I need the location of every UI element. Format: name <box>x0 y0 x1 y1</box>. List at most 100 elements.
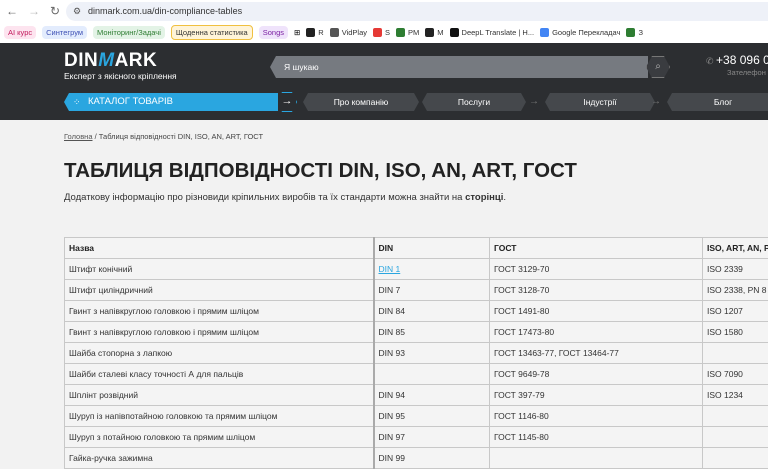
din-link[interactable]: DIN 1 <box>379 264 401 274</box>
browser-chrome: ← → ↻ ⚙ dinmark.com.ua/din-compliance-tab… <box>0 0 768 43</box>
table-cell: Шайба стопорна з лапкою <box>65 343 374 364</box>
column-header: ISO, ART, AN, P <box>703 238 768 259</box>
bookmark-label: M <box>437 28 443 37</box>
reload-icon[interactable]: ↻ <box>47 4 63 18</box>
table-cell: ГОСТ 9649-78 <box>490 364 703 385</box>
intro-link[interactable]: сторінці <box>465 192 503 203</box>
table-cell: DIN 95 <box>374 406 490 427</box>
bookmark-label: S <box>385 28 390 37</box>
table-cell: DIN 1 <box>374 259 490 280</box>
breadcrumb-home[interactable]: Головна <box>64 132 93 141</box>
back-icon[interactable]: ← <box>4 4 20 18</box>
search-icon[interactable]: ⌕ <box>646 56 670 78</box>
table-cell: Шуруп з потайною головкою та прямим шліц… <box>65 427 374 448</box>
bookmark[interactable]: DeepL Translate | H... <box>450 28 535 37</box>
site-header: DINMARK Експерт з якісного кріплення Я ш… <box>0 43 768 120</box>
arrow-right-icon[interactable]: → <box>527 93 541 111</box>
table-cell <box>703 448 768 469</box>
bookmark[interactable]: S <box>373 28 390 37</box>
bookmark-chip[interactable]: Моніторинг/Задачі <box>93 26 165 39</box>
table-cell: ГОСТ 1145-80 <box>490 427 703 448</box>
url-text: dinmark.com.ua/din-compliance-tables <box>88 6 242 16</box>
intro-body: Додаткову інформацію про різновиди кріпи… <box>64 192 465 203</box>
logo[interactable]: DINMARK <box>64 50 157 72</box>
bookmark-label: VidPlay <box>342 28 367 37</box>
arrow-right-icon[interactable]: → <box>649 93 663 111</box>
table-cell: ISO 1234 <box>703 385 768 406</box>
table-cell: ISO 7090 <box>703 364 768 385</box>
table-cell: ГОСТ 3129-70 <box>490 259 703 280</box>
table-cell <box>703 343 768 364</box>
intro-text: Додаткову інформацію про різновиди кріпи… <box>64 192 506 203</box>
bookmark[interactable]: PM <box>396 28 419 37</box>
bookmark-chip[interactable]: Songs <box>259 26 288 39</box>
table-cell: DIN 99 <box>374 448 490 469</box>
table-cell <box>374 364 490 385</box>
table-cell: ГОСТ 13463-77, ГОСТ 13464-77 <box>490 343 703 364</box>
table-cell: Шплінт розвідний <box>65 385 374 406</box>
menu-services[interactable]: Послуги <box>422 93 526 111</box>
table-row: Шайба стопорна з лапкоюDIN 93ГОСТ 13463-… <box>65 343 768 364</box>
table-row: Гвинт з напівкруглою головкою і прямим ш… <box>65 301 768 322</box>
phone[interactable]: ✆ +38 096 0 <box>706 53 768 67</box>
table-cell: DIN 94 <box>374 385 490 406</box>
forward-icon[interactable]: → <box>26 4 42 18</box>
bookmark-label: Google Перекладач <box>552 28 620 37</box>
search-input[interactable]: Я шукаю <box>270 56 648 78</box>
bookmark-chip[interactable]: Синтегрум <box>42 26 87 39</box>
table-cell: DIN 7 <box>374 280 490 301</box>
bookmark-label: DeepL Translate | H... <box>462 28 535 37</box>
table-cell: ISO 1580 <box>703 322 768 343</box>
bookmark-favicon-icon <box>626 28 635 37</box>
bookmark-favicon-icon <box>330 28 339 37</box>
menu-industries[interactable]: Індустрії <box>545 93 655 111</box>
table-cell: ГОСТ 3128-70 <box>490 280 703 301</box>
grid-icon: ⁘ <box>73 93 81 111</box>
bookmark[interactable]: З <box>626 28 643 37</box>
table-row: Гвинт з напівкруглою головкою і прямим ш… <box>65 322 768 343</box>
bookmark[interactable]: Google Перекладач <box>540 28 620 37</box>
table-cell: ГОСТ 1146-80 <box>490 406 703 427</box>
bookmark[interactable]: M <box>425 28 443 37</box>
address-bar[interactable]: ⚙ dinmark.com.ua/din-compliance-tables <box>66 2 768 21</box>
table-row: Шуруп з потайною головкою та прямим шліц… <box>65 427 768 448</box>
bookmark-label: R <box>318 28 323 37</box>
table-cell: ГОСТ 17473-80 <box>490 322 703 343</box>
table-row: Штифт конічнийDIN 1ГОСТ 3129-70ISO 2339 <box>65 259 768 280</box>
table-cell: Гвинт з напівкруглою головкою і прямим ш… <box>65 301 374 322</box>
bookmark-favicon-icon <box>306 28 315 37</box>
bookmark[interactable]: R <box>306 28 323 37</box>
table-cell: ISO 2338, PN 8 <box>703 280 768 301</box>
bookmark-label: З <box>638 28 643 37</box>
bookmark[interactable]: VidPlay <box>330 28 367 37</box>
table-cell <box>703 427 768 448</box>
compliance-table: НазваDINГОСТISO, ART, AN, P Штифт конічн… <box>64 237 768 469</box>
table-cell: DIN 93 <box>374 343 490 364</box>
menu-about[interactable]: Про компанію <box>303 93 419 111</box>
table-cell: Гайка-ручка зажимна <box>65 448 374 469</box>
bookmark-favicon-icon <box>450 28 459 37</box>
bookmark-chip[interactable]: AI курс <box>4 26 36 39</box>
table-cell: Шайби сталеві класу точності А для пальц… <box>65 364 374 385</box>
phone-number: +38 096 0 <box>716 53 768 67</box>
table-row: Гайка-ручка зажимнаDIN 99 <box>65 448 768 469</box>
column-header: ГОСТ <box>490 238 703 259</box>
apps-icon[interactable]: ⊞ <box>294 28 300 37</box>
table-row: Штифт циліндричнийDIN 7ГОСТ 3128-70ISO 2… <box>65 280 768 301</box>
table-cell: ГОСТ 1491-80 <box>490 301 703 322</box>
table-cell: DIN 85 <box>374 322 490 343</box>
table-cell: Штифт циліндричний <box>65 280 374 301</box>
catalog-button[interactable]: ⁘КАТАЛОГ ТОВАРІВ <box>64 93 278 111</box>
table-row: Шуруп із напівпотайною головкою та прями… <box>65 406 768 427</box>
site-info-icon[interactable]: ⚙ <box>73 2 81 21</box>
table-cell <box>490 448 703 469</box>
breadcrumb-current: Таблиця відповідності DIN, ISO, AN, ART,… <box>99 132 263 141</box>
arrow-right-icon[interactable]: → <box>277 92 297 112</box>
table-row: Шплінт розвіднийDIN 94ГОСТ 397-79ISO 123… <box>65 385 768 406</box>
bookmark-chip[interactable]: Щоденна статистика <box>171 25 253 40</box>
column-header: DIN <box>374 238 490 259</box>
bookmark-favicon-icon <box>540 28 549 37</box>
phone-subtitle: Зателефон <box>727 68 766 77</box>
menu-blog[interactable]: Блог <box>667 93 768 111</box>
table-cell: DIN 84 <box>374 301 490 322</box>
